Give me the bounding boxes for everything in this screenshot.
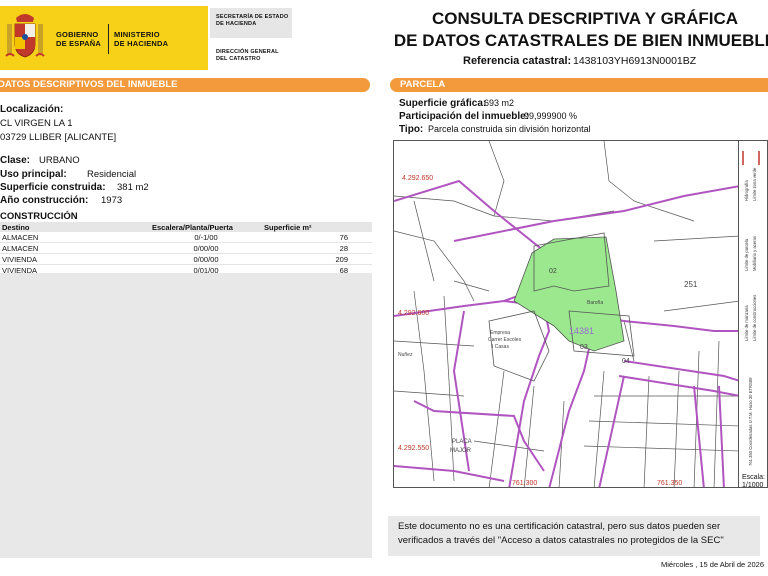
construccion-title: CONSTRUCCIÓN xyxy=(0,211,78,222)
participacion-label: Participación del inmueble: xyxy=(399,111,530,122)
secretaria-label: SECRETARÍA DE ESTADO DE HACIENDA xyxy=(216,14,289,27)
legend-item: 761.350 Coordenadas U.T.M. Huso 30 ETRS8… xyxy=(748,377,753,466)
map-legend-drawing: Hidrografía Límite zona verde Mobiliario… xyxy=(742,151,760,466)
map-label: Carrer Escoles xyxy=(488,337,522,343)
direccion-label: DIRECCIÓN GENERAL DEL CATASTRO xyxy=(216,49,279,62)
clase-label: Clase: xyxy=(0,155,31,166)
coord-label: 761.300 xyxy=(512,480,537,487)
cadastral-map[interactable]: 4.292.650 4.292.600 4.292.550 761.300 76… xyxy=(393,140,739,488)
tipo-value: Parcela construida sin división horizont… xyxy=(428,124,591,134)
superficie-cell: 28 xyxy=(262,242,372,254)
map-label: MAJOR xyxy=(450,448,472,454)
table-row: ALMACEN 0/-1/00 76 xyxy=(0,232,372,243)
table-row: VIVIENDA 0/00/00 209 xyxy=(0,253,372,265)
participacion-value: 99,999900 % xyxy=(524,111,578,121)
table-header-row: Destino Escalera/Planta/Puerta Superfici… xyxy=(0,222,372,232)
coord-label: 761.350 xyxy=(657,480,682,487)
address-line-1: CL VIRGEN LA 1 xyxy=(0,118,73,129)
column-header: Destino xyxy=(0,222,150,232)
legend-item: Límite de parcela xyxy=(744,238,749,271)
legend-item: Hidrografía xyxy=(744,180,749,201)
empty-panel-area xyxy=(0,273,372,558)
ref-catastral-value: 1438103YH6913N0001BZ xyxy=(573,55,697,67)
column-header: Escalera/Planta/Puerta xyxy=(150,222,262,232)
map-label: Empresa xyxy=(490,330,510,336)
map-label: 04 xyxy=(622,358,630,365)
map-label: Nuñez xyxy=(398,352,413,358)
ref-catastral-label: Referencia catastral: xyxy=(463,55,572,67)
construccion-table: Destino Escalera/Planta/Puerta Superfici… xyxy=(0,222,372,276)
anio-value: 1973 xyxy=(101,195,123,206)
coord-label: 4.292.550 xyxy=(398,445,429,452)
planta-cell: 0/-1/00 xyxy=(150,232,262,243)
uso-value: Residencial xyxy=(87,169,137,180)
legend-item: Límite zona verde xyxy=(752,167,757,201)
planta-cell: 0/00/00 xyxy=(150,242,262,254)
address-line-2: 03729 LLIBER [ALICANTE] xyxy=(0,132,117,143)
legend-item: Límite de construcciones xyxy=(752,295,757,341)
uso-label: Uso principal: xyxy=(0,169,67,180)
column-header: Superficie m² xyxy=(262,222,372,232)
destino-cell: VIVIENDA xyxy=(0,253,150,265)
superficie-value: 381 m2 xyxy=(117,182,149,193)
legend-item: Límite de manzana xyxy=(744,305,749,341)
coord-label: 4.292.650 xyxy=(402,175,433,182)
gobierno-label: GOBIERNO DE ESPAÑA xyxy=(56,30,102,48)
cadastral-map-drawing: 4.292.650 4.292.600 4.292.550 761.300 76… xyxy=(394,141,738,487)
parcel-number-label: 14381 xyxy=(569,326,594,336)
map-label: I Casas xyxy=(492,344,509,350)
map-label: 02 xyxy=(549,268,557,275)
map-label: 251 xyxy=(684,280,698,289)
planta-cell: 0/00/00 xyxy=(150,253,262,265)
parcela-bar: PARCELA xyxy=(390,78,768,92)
sup-grafica-value: 693 m2 xyxy=(484,98,515,108)
destino-cell: ALMACEN xyxy=(0,242,150,254)
map-legend: Hidrografía Límite zona verde Mobiliario… xyxy=(739,140,768,488)
page-title: CONSULTA DESCRIPTIVA Y GRÁFICA DE DATOS … xyxy=(393,9,768,50)
ministerio-label: MINISTERIO DE HACIENDA xyxy=(114,30,169,48)
superficie-cell: 209 xyxy=(262,253,372,265)
superficie-cell: 76 xyxy=(262,232,372,243)
clase-value: URBANO xyxy=(39,155,80,166)
anio-label: Año construcción: xyxy=(0,195,89,206)
spain-coat-of-arms-icon xyxy=(5,14,45,58)
disclaimer-note: Este documento no es una certificación c… xyxy=(388,516,760,556)
header-separator xyxy=(108,24,109,54)
tipo-label: Tipo: xyxy=(399,124,424,135)
coord-label: 4.292.600 xyxy=(398,310,429,317)
scale-label: Escala: 1/1000 xyxy=(742,474,765,489)
destino-cell: ALMACEN xyxy=(0,232,150,243)
superficie-label: Superficie construida: xyxy=(0,182,106,193)
sup-grafica-label: Superficie gráfica: xyxy=(399,98,487,109)
map-label: 03 xyxy=(580,344,588,351)
datos-descriptivos-bar: DATOS DESCRIPTIVOS DEL INMUEBLE xyxy=(0,78,370,92)
legend-item: Mobiliario y aceras xyxy=(752,236,757,271)
map-label: PLAÇA xyxy=(452,439,472,445)
map-label: Baroña xyxy=(587,300,603,306)
localizacion-label: Localización: xyxy=(0,104,64,115)
table-row: ALMACEN 0/00/00 28 xyxy=(0,242,372,254)
document-date: Miércoles , 15 de Abril de 2026 xyxy=(661,560,764,569)
